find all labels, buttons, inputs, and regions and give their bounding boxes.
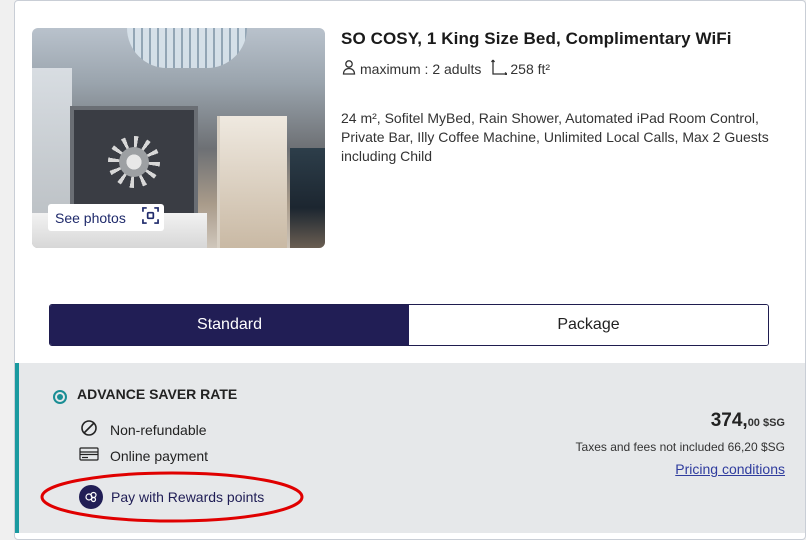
rate-radio[interactable] (53, 390, 67, 404)
condition-non-refundable: Non-refundable (79, 419, 207, 440)
see-photos-button[interactable]: See photos (48, 204, 164, 231)
highlight-ellipse (40, 471, 304, 523)
area-text: 258 ft² (510, 60, 551, 77)
price-main: 374, (710, 410, 748, 431)
condition-label: Online payment (110, 447, 209, 464)
rate-price: 374,00 $SG (711, 410, 785, 432)
taxes-text: Taxes and fees not included 66,20 $SG (575, 440, 785, 454)
price-decimals: 00 $SG (747, 417, 785, 429)
credit-card-icon (79, 445, 110, 466)
room-description: 24 m², Sofitel MyBed, Rain Shower, Autom… (341, 110, 769, 164)
rate-tabs: Standard Package (49, 304, 769, 346)
occupancy-text: maximum : 2 adults (360, 60, 482, 77)
room-photo[interactable]: See photos (32, 28, 325, 248)
expand-icon (141, 206, 159, 229)
rate-name: ADVANCE SAVER RATE (77, 386, 238, 402)
no-refund-icon (79, 419, 110, 440)
pricing-conditions-link[interactable]: Pricing conditions (675, 461, 785, 477)
condition-online-payment: Online payment (79, 445, 208, 466)
room-title: SO COSY, 1 King Size Bed, Complimentary … (341, 29, 732, 48)
tab-standard[interactable]: Standard (50, 305, 409, 345)
room-card: See photos SO COSY, 1 King Size Bed, Com… (14, 0, 806, 540)
see-photos-label: See photos (55, 209, 126, 226)
person-icon (341, 59, 360, 78)
tab-package[interactable]: Package (409, 305, 768, 345)
room-specs: maximum : 2 adults 258 ft² (341, 59, 550, 78)
area-icon (491, 59, 510, 78)
condition-label: Non-refundable (110, 421, 207, 438)
